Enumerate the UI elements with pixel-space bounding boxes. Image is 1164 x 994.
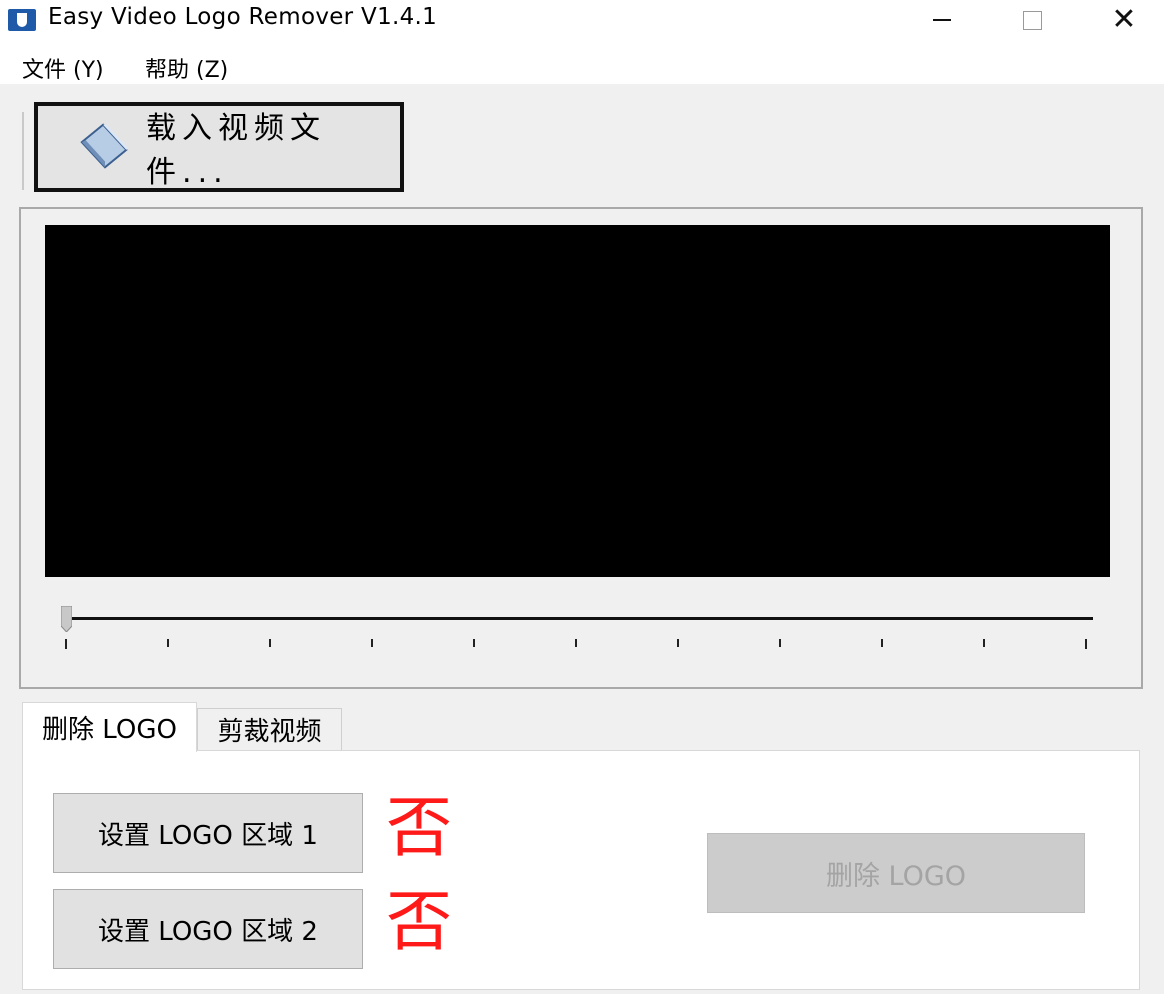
tab-delete-logo[interactable]: 删除 LOGO	[22, 702, 197, 752]
slider-tick	[167, 639, 169, 647]
slider-tick	[881, 639, 883, 647]
app-icon	[8, 9, 36, 31]
seek-slider-track[interactable]	[65, 617, 1093, 620]
video-screen	[45, 225, 1110, 577]
logo-area-2-status: 否	[386, 883, 452, 960]
toolbar-edge	[22, 112, 24, 190]
folder-icon	[80, 123, 129, 169]
video-preview-panel	[19, 207, 1143, 689]
slider-tick	[473, 639, 475, 647]
tab-crop-video[interactable]: 剪裁视频	[197, 708, 342, 750]
load-video-button[interactable]: 载入视频文件...	[34, 102, 404, 192]
slider-tick	[575, 639, 577, 647]
slider-tick	[1085, 639, 1087, 649]
minimize-icon	[933, 19, 951, 21]
menu-bar: 文件 (Y) 帮助 (Z)	[0, 40, 1164, 84]
title-bar: Easy Video Logo Remover V1.4.1 ✕	[0, 0, 1164, 40]
close-button[interactable]: ✕	[1094, 0, 1154, 40]
slider-tick	[983, 639, 985, 647]
logo-area-1-status: 否	[386, 789, 452, 866]
minimize-button[interactable]	[912, 0, 972, 40]
delete-logo-button[interactable]: 删除 LOGO	[707, 833, 1085, 913]
maximize-icon	[1022, 10, 1042, 30]
seek-slider-thumb[interactable]	[61, 606, 72, 632]
menu-help[interactable]: 帮助 (Z)	[145, 52, 228, 84]
slider-tick	[269, 639, 271, 647]
slider-tick	[779, 639, 781, 647]
set-logo-area-2-button[interactable]: 设置 LOGO 区域 2	[53, 889, 363, 969]
menu-file[interactable]: 文件 (Y)	[22, 52, 104, 84]
maximize-button[interactable]	[1002, 0, 1062, 40]
window-title: Easy Video Logo Remover V1.4.1	[48, 4, 438, 30]
slider-tick	[65, 639, 67, 649]
slider-tick	[371, 639, 373, 647]
load-video-label: 载入视频文件...	[146, 111, 327, 190]
slider-tick	[677, 639, 679, 647]
set-logo-area-1-button[interactable]: 设置 LOGO 区域 1	[53, 793, 363, 873]
close-icon: ✕	[1111, 2, 1137, 37]
